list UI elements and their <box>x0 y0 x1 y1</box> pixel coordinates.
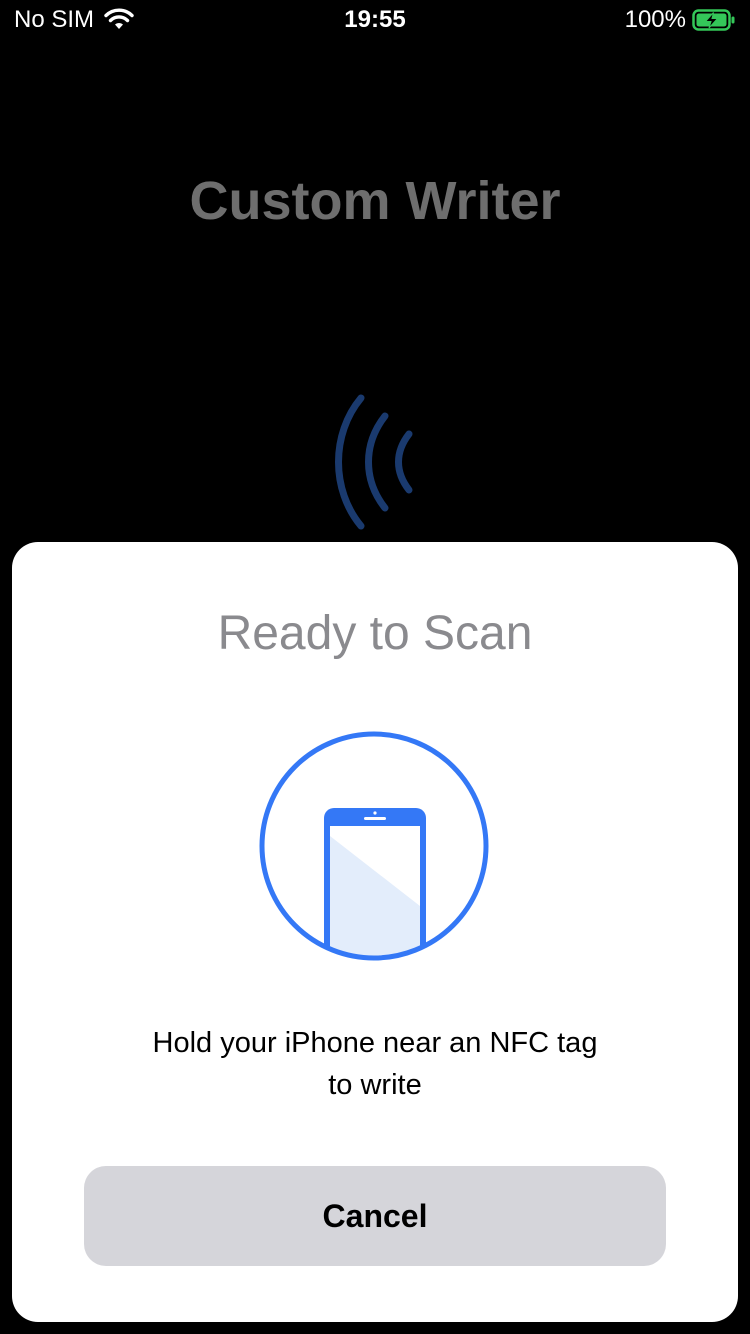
sheet-message: Hold your iPhone near an NFC tag to writ… <box>0 1022 750 1106</box>
cancel-button[interactable]: Cancel <box>84 1166 666 1266</box>
battery-percent: 100% <box>624 6 686 33</box>
phone-scan-icon <box>259 731 489 961</box>
sheet-title: Ready to Scan <box>217 607 533 660</box>
app-title: Custom Writer <box>189 171 561 231</box>
screen: No SIM 19:55 100% Custom Writer Ready to… <box>0 0 750 1334</box>
nfc-waves-icon <box>335 394 413 530</box>
battery-charging-icon <box>692 9 735 31</box>
status-bar: No SIM 19:55 100% <box>0 0 750 40</box>
status-battery: 100% <box>625 6 736 34</box>
sheet-message-line1: Hold your iPhone near an NFC tag <box>152 1027 598 1059</box>
sheet-message-line2: to write <box>328 1069 422 1101</box>
